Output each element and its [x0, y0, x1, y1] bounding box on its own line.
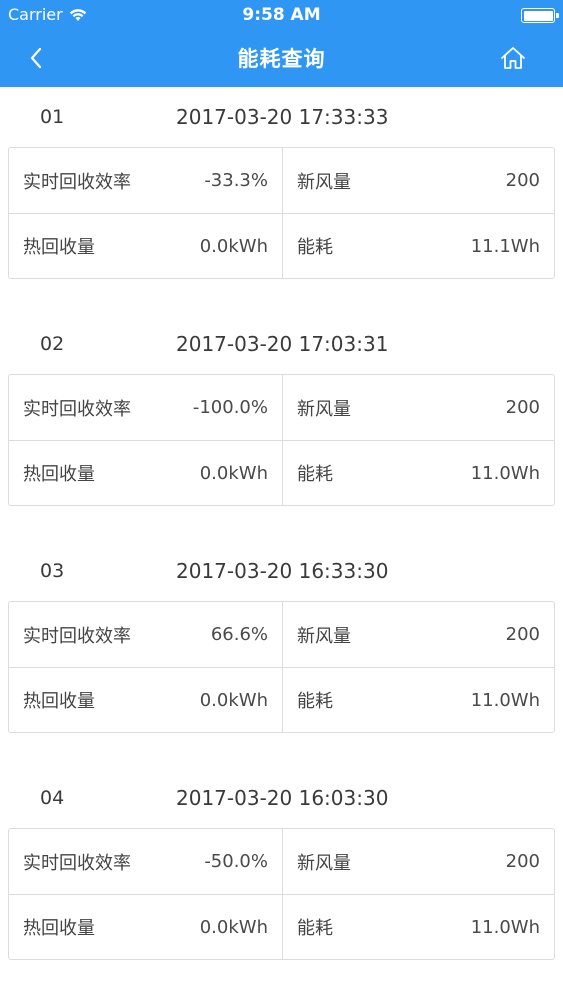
- heat-recovery-label: 热回收量: [23, 918, 95, 939]
- record-data-table: 实时回收效率 66.6% 新风量 200 热回收量 0.0kWh 能耗 11.0…: [8, 601, 555, 733]
- record-data-table: 实时回收效率 -33.3% 新风量 200 热回收量 0.0kWh 能耗 11.…: [8, 147, 555, 279]
- record-header: 02 2017-03-20 17:03:31: [0, 314, 563, 374]
- record-list: 01 2017-03-20 17:33:33 实时回收效率 -33.3% 新风量…: [0, 87, 563, 995]
- list-item[interactable]: 02 2017-03-20 17:03:31 实时回收效率 -100.0% 新风…: [0, 314, 563, 541]
- energy-label: 能耗: [297, 237, 333, 258]
- record-index: 02: [40, 333, 65, 355]
- fresh-air-cell: 新风量 200: [282, 148, 554, 213]
- fresh-air-label: 新风量: [297, 625, 351, 647]
- record-data-table: 实时回收效率 -50.0% 新风量 200 热回收量 0.0kWh 能耗 11.…: [8, 828, 555, 960]
- heat-recovery-label: 热回收量: [23, 237, 95, 258]
- fresh-air-label: 新风量: [297, 171, 351, 193]
- record-index: 04: [40, 787, 65, 809]
- efficiency-label: 实时回收效率: [23, 171, 131, 193]
- navigation-bar: 能耗查询: [0, 30, 563, 87]
- list-item[interactable]: 01 2017-03-20 17:33:33 实时回收效率 -33.3% 新风量…: [0, 87, 563, 314]
- energy-cell: 能耗 11.0Wh: [282, 667, 554, 732]
- energy-cell: 能耗 11.0Wh: [282, 440, 554, 505]
- energy-value: 11.0Wh: [470, 462, 540, 484]
- list-item[interactable]: 03 2017-03-20 16:33:30 实时回收效率 66.6% 新风量 …: [0, 541, 563, 768]
- energy-value: 11.0Wh: [470, 916, 540, 938]
- efficiency-cell: 实时回收效率 -33.3%: [9, 148, 282, 213]
- heat-recovery-value: 0.0kWh: [199, 462, 268, 484]
- fresh-air-value: 200: [505, 624, 540, 645]
- fresh-air-label: 新风量: [297, 398, 351, 420]
- heat-recovery-value: 0.0kWh: [199, 689, 268, 711]
- efficiency-value: 66.6%: [210, 624, 268, 645]
- efficiency-cell: 实时回收效率 66.6%: [9, 602, 282, 667]
- efficiency-label: 实时回收效率: [23, 398, 131, 420]
- energy-cell: 能耗 11.0Wh: [282, 894, 554, 959]
- heat-recovery-cell: 热回收量 0.0kWh: [9, 667, 282, 732]
- home-button[interactable]: [497, 42, 529, 74]
- energy-label: 能耗: [297, 464, 333, 485]
- fresh-air-value: 200: [505, 851, 540, 872]
- fresh-air-cell: 新风量 200: [282, 375, 554, 440]
- page-title: 能耗查询: [237, 47, 326, 71]
- record-timestamp: 2017-03-20 16:03:30: [176, 786, 389, 810]
- heat-recovery-value: 0.0kWh: [199, 235, 268, 257]
- record-timestamp: 2017-03-20 17:03:31: [176, 332, 389, 356]
- efficiency-value: -100.0%: [192, 397, 268, 418]
- heat-recovery-cell: 热回收量 0.0kWh: [9, 440, 282, 505]
- battery-icon: [521, 8, 559, 23]
- clock: 9:58 AM: [242, 5, 321, 25]
- heat-recovery-cell: 热回收量 0.0kWh: [9, 213, 282, 278]
- fresh-air-value: 200: [505, 170, 540, 191]
- energy-cell: 能耗 11.1Wh: [282, 213, 554, 278]
- record-header: 01 2017-03-20 17:33:33: [0, 87, 563, 147]
- fresh-air-label: 新风量: [297, 852, 351, 874]
- record-index: 03: [40, 560, 65, 582]
- efficiency-label: 实时回收效率: [23, 625, 131, 647]
- fresh-air-value: 200: [505, 397, 540, 418]
- record-timestamp: 2017-03-20 16:33:30: [176, 559, 389, 583]
- heat-recovery-label: 热回收量: [23, 691, 95, 712]
- heat-recovery-cell: 热回收量 0.0kWh: [9, 894, 282, 959]
- record-header: 03 2017-03-20 16:33:30: [0, 541, 563, 601]
- energy-value: 11.0Wh: [470, 689, 540, 711]
- efficiency-cell: 实时回收效率 -50.0%: [9, 829, 282, 894]
- efficiency-value: -33.3%: [204, 170, 268, 191]
- fresh-air-cell: 新风量 200: [282, 829, 554, 894]
- efficiency-value: -50.0%: [204, 851, 268, 872]
- home-icon: [501, 47, 525, 69]
- efficiency-cell: 实时回收效率 -100.0%: [9, 375, 282, 440]
- energy-value: 11.1Wh: [470, 235, 540, 257]
- record-index: 01: [40, 106, 65, 128]
- header: Carrier 9:58 AM 能耗查询: [0, 0, 563, 87]
- record-header: 04 2017-03-20 16:03:30: [0, 768, 563, 828]
- record-timestamp: 2017-03-20 17:33:33: [176, 105, 389, 129]
- heat-recovery-label: 热回收量: [23, 464, 95, 485]
- heat-recovery-value: 0.0kWh: [199, 916, 268, 938]
- record-data-table: 实时回收效率 -100.0% 新风量 200 热回收量 0.0kWh 能耗 11…: [8, 374, 555, 506]
- energy-label: 能耗: [297, 691, 333, 712]
- energy-label: 能耗: [297, 918, 333, 939]
- efficiency-label: 实时回收效率: [23, 852, 131, 874]
- list-item[interactable]: 04 2017-03-20 16:03:30 实时回收效率 -50.0% 新风量…: [0, 768, 563, 995]
- status-bar: Carrier 9:58 AM: [0, 0, 563, 30]
- fresh-air-cell: 新风量 200: [282, 602, 554, 667]
